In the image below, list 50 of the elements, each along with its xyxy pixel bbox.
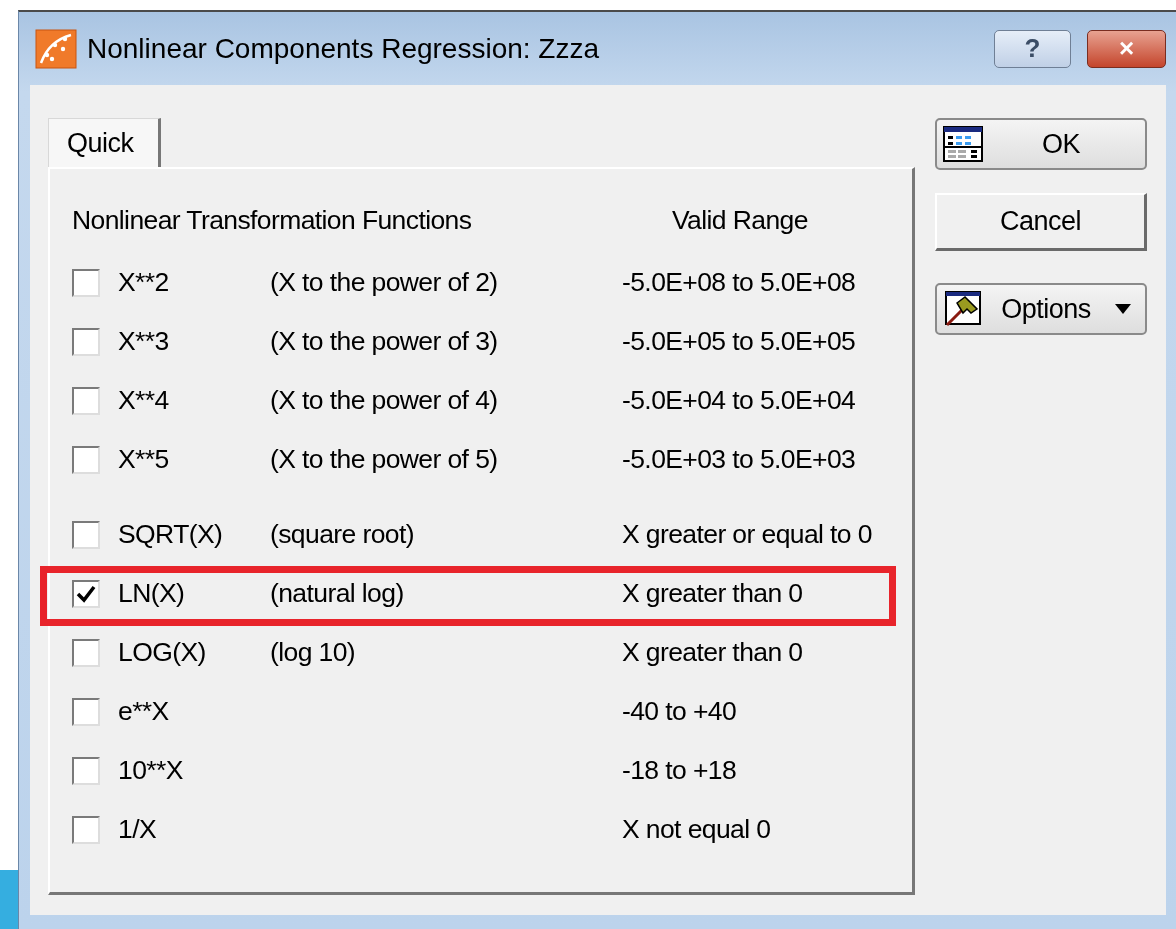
column-heading: Nonlinear Transformation Functions	[72, 204, 473, 236]
dialog-button[interactable]: Options	[935, 283, 1147, 335]
checkbox[interactable]	[72, 756, 100, 785]
tab[interactable]: Quick	[48, 118, 161, 167]
function-description: (X to the power of 4)	[270, 385, 499, 416]
function-description: (X to the power of 3)	[270, 326, 499, 357]
valid-range: -5.0E+08 to 5.0E+08	[622, 267, 857, 298]
checkbox[interactable]	[72, 697, 100, 726]
checkbox[interactable]	[72, 386, 100, 415]
checkbox[interactable]	[72, 579, 100, 608]
checkbox[interactable]	[72, 445, 100, 474]
valid-range: -5.0E+05 to 5.0E+05	[622, 326, 857, 357]
valid-range: X greater than 0	[622, 578, 804, 609]
valid-range: -5.0E+03 to 5.0E+03	[622, 444, 857, 475]
help-button[interactable]: ?	[994, 29, 1071, 68]
app-icon	[35, 28, 77, 69]
function-label: 1/X	[118, 814, 157, 845]
window-title: Nonlinear Components Regression: Zzza	[87, 32, 601, 65]
function-label: LN(X)	[118, 578, 186, 609]
checkbox[interactable]	[72, 815, 100, 844]
checkbox[interactable]	[72, 327, 100, 356]
function-label: X**4	[118, 385, 170, 416]
column-heading: Valid Range	[671, 204, 809, 236]
dialog-button[interactable]: OK	[935, 118, 1147, 170]
function-description: (natural log)	[270, 578, 405, 609]
function-label: e**X	[118, 696, 170, 727]
valid-range: -5.0E+04 to 5.0E+04	[622, 385, 857, 416]
checkbox[interactable]	[72, 268, 100, 297]
function-label: X**5	[118, 444, 170, 475]
checkbox[interactable]	[72, 638, 100, 667]
hammer-icon	[943, 291, 983, 327]
valid-range: X greater than 0	[622, 637, 804, 668]
valid-range: X greater or equal to 0	[622, 519, 873, 550]
function-label: X**3	[118, 326, 170, 357]
function-description: (X to the power of 5)	[270, 444, 499, 475]
caret-icon	[1115, 304, 1131, 314]
function-label: LOG(X)	[118, 637, 207, 668]
function-label: SQRT(X)	[118, 519, 224, 550]
valid-range: -18 to +18	[622, 755, 738, 786]
checkbox[interactable]	[72, 520, 100, 549]
valid-range: X not equal 0	[622, 814, 772, 845]
function-label: X**2	[118, 267, 170, 298]
background-window-edge	[0, 870, 18, 929]
function-label: 10**X	[118, 755, 184, 786]
function-description: (log 10)	[270, 637, 357, 668]
function-description: (X to the power of 2)	[270, 267, 499, 298]
function-description: (square root)	[270, 519, 415, 550]
valid-range: -40 to +40	[622, 696, 738, 727]
table-icon	[943, 126, 983, 162]
dialog-button[interactable]: Cancel	[935, 193, 1147, 251]
